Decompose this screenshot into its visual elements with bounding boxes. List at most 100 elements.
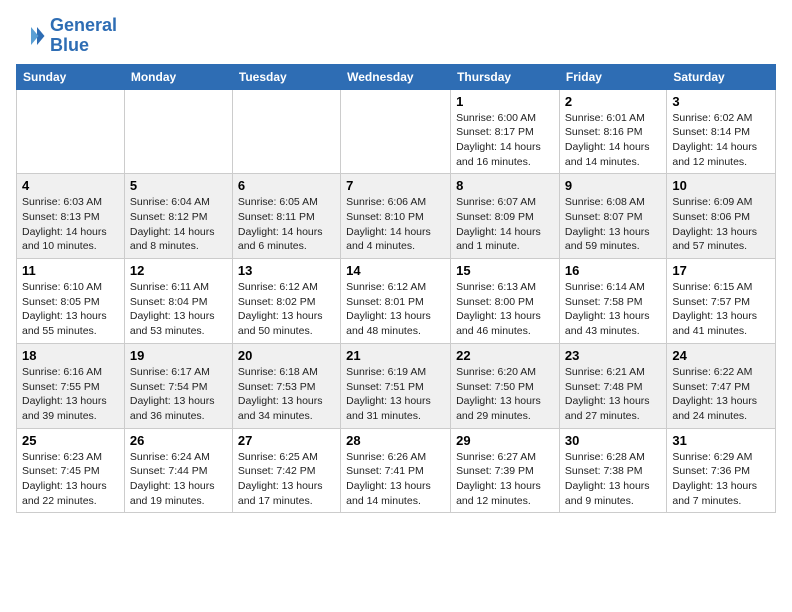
calendar-day-cell: 2Sunrise: 6:01 AM Sunset: 8:16 PM Daylig… bbox=[559, 89, 666, 174]
calendar-day-cell: 9 Sunrise: 6:08 AM Sunset: 8:07 PM Daylig… bbox=[559, 174, 666, 259]
weekday-header-tuesday: Tuesday bbox=[232, 64, 340, 89]
calendar-day-cell: 1 Sunrise: 6:00 AM Sunset: 8:17 PM Daylig… bbox=[451, 89, 560, 174]
calendar-day-cell: 26 Sunrise: 6:24 AM Sunset: 7:44 PM Dayli… bbox=[124, 428, 232, 513]
day-detail: Sunrise: 6:08 AM Sunset: 8:07 PM Dayligh… bbox=[565, 195, 661, 254]
calendar-day-cell: 25 Sunrise: 6:23 AM Sunset: 7:45 PM Dayli… bbox=[17, 428, 125, 513]
day-number: 9 bbox=[565, 178, 661, 193]
weekday-header-sunday: Sunday bbox=[17, 64, 125, 89]
logo: General Blue bbox=[16, 16, 117, 56]
calendar-week-row: 18 Sunrise: 6:16 AM Sunset: 7:55 PM Dayli… bbox=[17, 343, 776, 428]
calendar-day-cell: 11 Sunrise: 6:10 AM Sunset: 8:05 PM Dayli… bbox=[17, 259, 125, 344]
day-detail: Sunrise: 6:24 AM Sunset: 7:44 PM Dayligh… bbox=[130, 450, 227, 509]
calendar-empty-cell bbox=[341, 89, 451, 174]
day-detail: Sunrise: 6:12 AM Sunset: 8:01 PM Dayligh… bbox=[346, 280, 445, 339]
calendar-empty-cell bbox=[124, 89, 232, 174]
day-detail: Sunrise: 6:05 AM Sunset: 8:11 PM Dayligh… bbox=[238, 195, 335, 254]
day-detail: Sunrise: 6:06 AM Sunset: 8:10 PM Dayligh… bbox=[346, 195, 445, 254]
day-detail: Sunrise: 6:14 AM Sunset: 7:58 PM Dayligh… bbox=[565, 280, 661, 339]
day-detail: Sunrise: 6:17 AM Sunset: 7:54 PM Dayligh… bbox=[130, 365, 227, 424]
calendar-day-cell: 30 Sunrise: 6:28 AM Sunset: 7:38 PM Dayli… bbox=[559, 428, 666, 513]
weekday-header-thursday: Thursday bbox=[451, 64, 560, 89]
day-number: 11 bbox=[22, 263, 119, 278]
day-number: 21 bbox=[346, 348, 445, 363]
weekday-header-row: SundayMondayTuesdayWednesdayThursdayFrid… bbox=[17, 64, 776, 89]
day-number: 13 bbox=[238, 263, 335, 278]
day-detail: Sunrise: 6:13 AM Sunset: 8:00 PM Dayligh… bbox=[456, 280, 554, 339]
day-number: 17 bbox=[672, 263, 770, 278]
calendar-week-row: 25 Sunrise: 6:23 AM Sunset: 7:45 PM Dayli… bbox=[17, 428, 776, 513]
calendar-day-cell: 3 Sunrise: 6:02 AM Sunset: 8:14 PM Daylig… bbox=[667, 89, 776, 174]
day-number: 7 bbox=[346, 178, 445, 193]
day-detail: Sunrise: 6:02 AM Sunset: 8:14 PM Dayligh… bbox=[672, 111, 770, 170]
weekday-header-monday: Monday bbox=[124, 64, 232, 89]
day-detail: Sunrise: 6:00 AM Sunset: 8:17 PM Dayligh… bbox=[456, 111, 554, 170]
calendar-day-cell: 27 Sunrise: 6:25 AM Sunset: 7:42 PM Dayli… bbox=[232, 428, 340, 513]
day-detail: Sunrise: 6:16 AM Sunset: 7:55 PM Dayligh… bbox=[22, 365, 119, 424]
day-detail: Sunrise: 6:23 AM Sunset: 7:45 PM Dayligh… bbox=[22, 450, 119, 509]
page-header: General Blue bbox=[16, 16, 776, 56]
calendar-week-row: 11 Sunrise: 6:10 AM Sunset: 8:05 PM Dayli… bbox=[17, 259, 776, 344]
day-number: 25 bbox=[22, 433, 119, 448]
calendar-day-cell: 19 Sunrise: 6:17 AM Sunset: 7:54 PM Dayli… bbox=[124, 343, 232, 428]
day-number: 26 bbox=[130, 433, 227, 448]
day-detail: Sunrise: 6:28 AM Sunset: 7:38 PM Dayligh… bbox=[565, 450, 661, 509]
logo-icon bbox=[16, 21, 46, 51]
day-number: 8 bbox=[456, 178, 554, 193]
day-detail: Sunrise: 6:11 AM Sunset: 8:04 PM Dayligh… bbox=[130, 280, 227, 339]
day-number: 30 bbox=[565, 433, 661, 448]
calendar-day-cell: 6 Sunrise: 6:05 AM Sunset: 8:11 PM Daylig… bbox=[232, 174, 340, 259]
day-number: 20 bbox=[238, 348, 335, 363]
day-detail: Sunrise: 6:07 AM Sunset: 8:09 PM Dayligh… bbox=[456, 195, 554, 254]
day-number: 15 bbox=[456, 263, 554, 278]
day-number: 24 bbox=[672, 348, 770, 363]
day-number: 18 bbox=[22, 348, 119, 363]
calendar-day-cell: 8 Sunrise: 6:07 AM Sunset: 8:09 PM Daylig… bbox=[451, 174, 560, 259]
day-number: 10 bbox=[672, 178, 770, 193]
day-detail: Sunrise: 6:09 AM Sunset: 8:06 PM Dayligh… bbox=[672, 195, 770, 254]
calendar-day-cell: 29Sunrise: 6:27 AM Sunset: 7:39 PM Dayli… bbox=[451, 428, 560, 513]
day-number: 27 bbox=[238, 433, 335, 448]
day-detail: Sunrise: 6:25 AM Sunset: 7:42 PM Dayligh… bbox=[238, 450, 335, 509]
calendar-week-row: 4Sunrise: 6:03 AM Sunset: 8:13 PM Daylig… bbox=[17, 174, 776, 259]
calendar-day-cell: 20 Sunrise: 6:18 AM Sunset: 7:53 PM Dayli… bbox=[232, 343, 340, 428]
calendar-day-cell: 4Sunrise: 6:03 AM Sunset: 8:13 PM Daylig… bbox=[17, 174, 125, 259]
day-number: 4 bbox=[22, 178, 119, 193]
day-number: 29 bbox=[456, 433, 554, 448]
calendar-day-cell: 28 Sunrise: 6:26 AM Sunset: 7:41 PM Dayli… bbox=[341, 428, 451, 513]
calendar-empty-cell bbox=[232, 89, 340, 174]
day-number: 19 bbox=[130, 348, 227, 363]
day-number: 28 bbox=[346, 433, 445, 448]
weekday-header-saturday: Saturday bbox=[667, 64, 776, 89]
day-detail: Sunrise: 6:19 AM Sunset: 7:51 PM Dayligh… bbox=[346, 365, 445, 424]
calendar-day-cell: 24 Sunrise: 6:22 AM Sunset: 7:47 PM Dayli… bbox=[667, 343, 776, 428]
calendar-day-cell: 13 Sunrise: 6:12 AM Sunset: 8:02 PM Dayli… bbox=[232, 259, 340, 344]
day-number: 1 bbox=[456, 94, 554, 109]
day-detail: Sunrise: 6:22 AM Sunset: 7:47 PM Dayligh… bbox=[672, 365, 770, 424]
day-number: 6 bbox=[238, 178, 335, 193]
calendar-day-cell: 22Sunrise: 6:20 AM Sunset: 7:50 PM Dayli… bbox=[451, 343, 560, 428]
day-detail: Sunrise: 6:04 AM Sunset: 8:12 PM Dayligh… bbox=[130, 195, 227, 254]
day-detail: Sunrise: 6:12 AM Sunset: 8:02 PM Dayligh… bbox=[238, 280, 335, 339]
weekday-header-friday: Friday bbox=[559, 64, 666, 89]
day-number: 22 bbox=[456, 348, 554, 363]
calendar-day-cell: 18 Sunrise: 6:16 AM Sunset: 7:55 PM Dayli… bbox=[17, 343, 125, 428]
day-number: 16 bbox=[565, 263, 661, 278]
day-detail: Sunrise: 6:29 AM Sunset: 7:36 PM Dayligh… bbox=[672, 450, 770, 509]
calendar-week-row: 1 Sunrise: 6:00 AM Sunset: 8:17 PM Daylig… bbox=[17, 89, 776, 174]
day-number: 23 bbox=[565, 348, 661, 363]
day-detail: Sunrise: 6:15 AM Sunset: 7:57 PM Dayligh… bbox=[672, 280, 770, 339]
calendar-day-cell: 16 Sunrise: 6:14 AM Sunset: 7:58 PM Dayli… bbox=[559, 259, 666, 344]
day-number: 3 bbox=[672, 94, 770, 109]
calendar-day-cell: 10 Sunrise: 6:09 AM Sunset: 8:06 PM Dayli… bbox=[667, 174, 776, 259]
logo-text: General Blue bbox=[50, 16, 117, 56]
calendar-table: SundayMondayTuesdayWednesdayThursdayFrid… bbox=[16, 64, 776, 514]
day-number: 12 bbox=[130, 263, 227, 278]
weekday-header-wednesday: Wednesday bbox=[341, 64, 451, 89]
day-detail: Sunrise: 6:10 AM Sunset: 8:05 PM Dayligh… bbox=[22, 280, 119, 339]
day-number: 31 bbox=[672, 433, 770, 448]
day-number: 5 bbox=[130, 178, 227, 193]
day-detail: Sunrise: 6:26 AM Sunset: 7:41 PM Dayligh… bbox=[346, 450, 445, 509]
day-detail: Sunrise: 6:18 AM Sunset: 7:53 PM Dayligh… bbox=[238, 365, 335, 424]
day-detail: Sunrise: 6:21 AM Sunset: 7:48 PM Dayligh… bbox=[565, 365, 661, 424]
calendar-day-cell: 15 Sunrise: 6:13 AM Sunset: 8:00 PM Dayli… bbox=[451, 259, 560, 344]
